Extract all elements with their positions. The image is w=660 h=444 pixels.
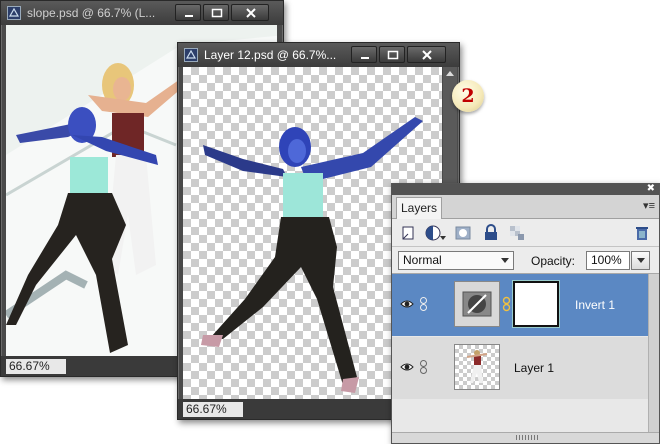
panel-titlebar[interactable]: ✖ [392, 183, 659, 195]
layer-thumbnail[interactable] [454, 344, 500, 390]
panel-vertical-scrollbar[interactable] [648, 274, 659, 432]
layer-row-invert-1[interactable]: Invert 1 [392, 274, 649, 336]
close-icon [422, 50, 432, 60]
new-layer-icon[interactable] [400, 224, 418, 242]
app-icon [184, 48, 198, 62]
adjustment-thumbnail[interactable] [454, 281, 500, 327]
minimize-icon [361, 57, 369, 59]
layer-mask-thumbnail[interactable] [513, 281, 559, 327]
back-close-button[interactable] [231, 4, 269, 21]
scroll-up-icon[interactable] [443, 67, 457, 81]
trash-icon[interactable] [633, 224, 651, 242]
opacity-input[interactable]: 100% [586, 251, 630, 270]
layers-panel[interactable]: ✖ Layers ▾≡ Normal Opacity: 100% Invert … [391, 183, 660, 444]
front-window-title: Layer 12.psd @ 66.7%... [204, 48, 337, 62]
back-window-title: slope.psd @ 66.7% (L... [27, 6, 156, 20]
maximize-icon [387, 50, 399, 60]
app-icon [7, 6, 21, 20]
panel-close-icon[interactable]: ✖ [647, 183, 655, 195]
front-minimize-button[interactable] [351, 46, 377, 63]
opacity-dropdown-button[interactable] [631, 251, 650, 270]
layer-name: Layer 1 [514, 361, 555, 375]
blend-options-row: Normal Opacity: 100% [392, 247, 659, 274]
front-maximize-button[interactable] [379, 46, 405, 63]
front-zoom-field[interactable]: 66.67% [183, 402, 243, 417]
opacity-label: Opacity: [531, 254, 576, 268]
chevron-down-icon [637, 258, 645, 263]
layer-name: Invert 1 [575, 298, 616, 312]
panel-resize-bar[interactable] [392, 432, 659, 443]
back-minimize-button[interactable] [175, 4, 201, 21]
back-window-titlebar[interactable]: slope.psd @ 66.7% (L... [1, 1, 283, 25]
close-icon [246, 8, 256, 18]
eye-icon[interactable] [400, 360, 414, 374]
blend-mode-value: Normal [403, 253, 442, 267]
layer-mask-icon[interactable] [454, 224, 472, 242]
back-zoom-field[interactable]: 66.67% [6, 359, 66, 374]
link-icon[interactable] [419, 359, 428, 375]
panel-menu-icon[interactable]: ▾≡ [643, 199, 655, 212]
layers-toolbar [392, 219, 659, 247]
back-maximize-button[interactable] [203, 4, 229, 21]
lock-icon[interactable] [482, 224, 500, 242]
chevron-down-icon [501, 258, 509, 263]
invert-adjustment-icon [462, 291, 492, 317]
panel-tab-strip: Layers ▾≡ [392, 195, 659, 219]
front-close-button[interactable] [407, 46, 446, 63]
tab-layers[interactable]: Layers [396, 197, 442, 219]
lock-transparency-icon[interactable] [508, 224, 526, 242]
step-callout-badge: 2 [452, 80, 484, 112]
figure-thumbnail-image [466, 350, 488, 383]
resize-grip-icon[interactable] [516, 435, 538, 440]
link-icon[interactable] [419, 296, 428, 312]
maximize-icon [211, 8, 223, 18]
blend-mode-select[interactable]: Normal [398, 251, 514, 270]
minimize-icon [185, 15, 193, 17]
layer-row-layer-1[interactable]: Layer 1 [392, 337, 649, 399]
front-window-titlebar[interactable]: Layer 12.psd @ 66.7%... [178, 43, 459, 67]
eye-icon[interactable] [400, 297, 414, 311]
adjustment-layer-icon[interactable] [425, 224, 447, 242]
mask-link-icon[interactable] [502, 296, 511, 312]
